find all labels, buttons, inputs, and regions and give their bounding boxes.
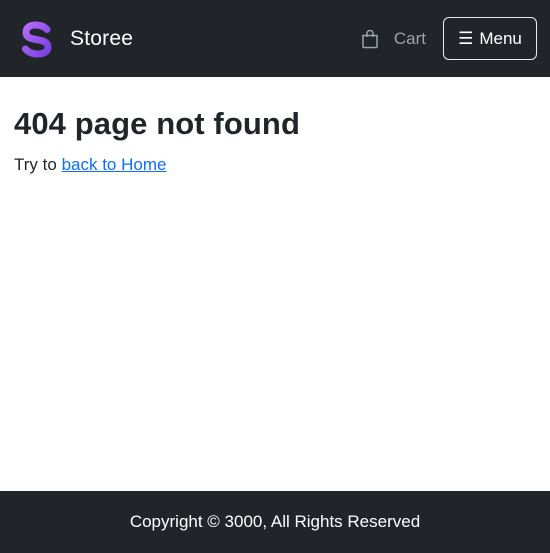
navbar: Storee Cart ☰ Menu	[0, 0, 550, 77]
menu-button[interactable]: ☰ Menu	[443, 17, 537, 60]
cart-link[interactable]: Cart	[360, 29, 426, 49]
brand-link[interactable]: Storee	[20, 20, 133, 58]
copyright-text: Copyright © 3000, All Rights Reserved	[129, 512, 421, 531]
cart-label: Cart	[393, 28, 426, 48]
hamburger-icon: ☰	[458, 29, 474, 48]
page: Storee Cart ☰ Menu 404 page not found Tr…	[0, 0, 550, 553]
back-to-home-link[interactable]: back to Home	[62, 155, 167, 174]
brand-name: Storee	[70, 26, 134, 50]
main-content: 404 page not found Try to back to Home	[14, 104, 536, 177]
page-title: 404 page not found	[14, 106, 300, 141]
try-prefix: Try to	[14, 155, 57, 174]
footer: Copyright © 3000, All Rights Reserved	[0, 491, 550, 553]
menu-label: Menu	[479, 28, 522, 48]
shopping-bag-icon	[362, 29, 378, 48]
back-home-line: Try to back to Home	[14, 153, 536, 177]
storee-logo-icon	[22, 20, 52, 58]
